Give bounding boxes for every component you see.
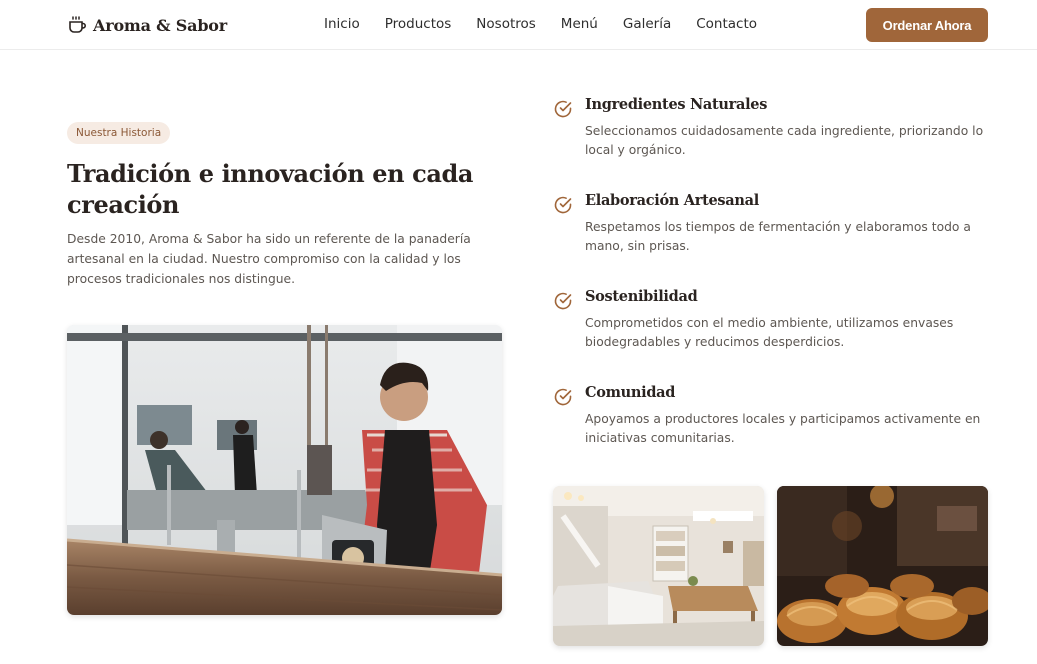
nav-link-contacto[interactable]: Contacto	[696, 16, 757, 32]
order-now-button[interactable]: Ordenar Ahora	[866, 8, 988, 42]
feature-title: Ingredientes Naturales	[585, 96, 768, 113]
barista-photo	[67, 325, 502, 615]
feature-title: Sostenibilidad	[585, 288, 698, 305]
main-menu: Inicio Productos Nosotros Menú Galería C…	[324, 16, 757, 32]
nav-link-menu[interactable]: Menú	[561, 16, 598, 32]
nav-link-galeria[interactable]: Galería	[623, 16, 671, 32]
feature-text: Respetamos los tiempos de fermentación y…	[585, 220, 971, 253]
feature-title: Elaboración Artesanal	[585, 192, 759, 209]
feature-text: Comprometidos con el medio ambiente, uti…	[585, 316, 954, 349]
check-circle-icon	[554, 100, 572, 118]
top-navbar: Aroma & Sabor Inicio Productos Nosotros …	[0, 0, 1037, 50]
croissants-photo	[777, 486, 988, 646]
check-circle-icon	[554, 388, 572, 406]
nav-link-productos[interactable]: Productos	[385, 16, 452, 32]
check-circle-icon	[554, 196, 572, 214]
feature-title: Comunidad	[585, 384, 676, 401]
feature-text: Seleccionamos cuidadosamente cada ingred…	[585, 124, 984, 157]
coffee-cup-icon	[69, 16, 86, 33]
section-title: Tradición e innovación en cada creación	[67, 159, 474, 219]
brand-name: Aroma & Sabor	[93, 15, 228, 35]
section-badge: Nuestra Historia	[67, 122, 171, 144]
nav-link-inicio[interactable]: Inicio	[324, 16, 360, 32]
nav-link-nosotros[interactable]: Nosotros	[476, 16, 536, 32]
section-intro: Desde 2010, Aroma & Sabor ha sido un ref…	[67, 232, 471, 286]
brand-logo[interactable]: Aroma & Sabor	[67, 12, 227, 38]
interior-photo	[553, 486, 764, 646]
check-circle-icon	[554, 292, 572, 310]
feature-text: Apoyamos a productores locales y partici…	[585, 412, 981, 445]
